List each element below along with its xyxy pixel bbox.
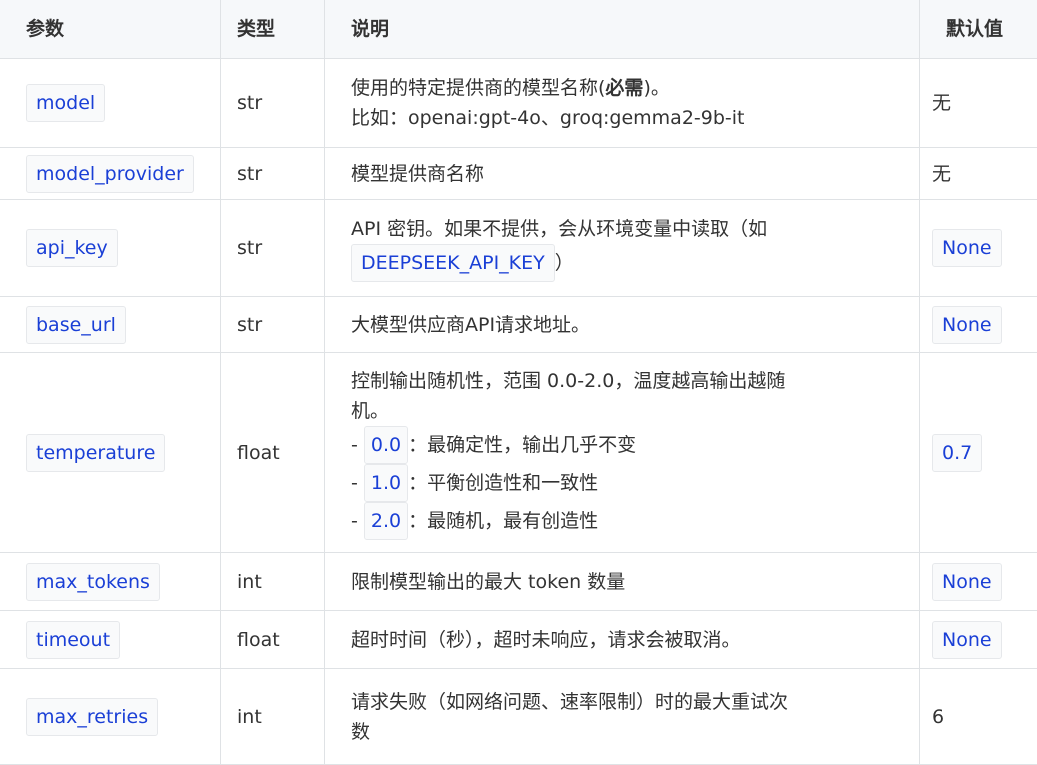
param-code: model_provider xyxy=(26,155,194,193)
type-cell: str xyxy=(221,200,325,297)
param-code: max_tokens xyxy=(26,563,160,601)
desc-cell: 控制输出随机性，范围 0.0-2.0，温度越高输出越随 机。 -0.0：最确定性… xyxy=(325,353,920,553)
desc-code: DEEPSEEK_API_KEY xyxy=(351,244,555,282)
desc-cell: 限制模型输出的最大 token 数量 xyxy=(325,553,920,611)
default-cell: 6 xyxy=(920,669,1037,765)
default-code: 0.7 xyxy=(932,434,982,472)
table-row: max_tokens int 限制模型输出的最大 token 数量 None xyxy=(0,553,1037,611)
list-item: -1.0：平衡创造性和一致性 xyxy=(351,464,899,502)
desc-cell: 超时时间（秒），超时未响应，请求会被取消。 xyxy=(325,611,920,669)
header-param: 参数 xyxy=(0,0,221,59)
table-row: timeout float 超时时间（秒），超时未响应，请求会被取消。 None xyxy=(0,611,1037,669)
param-code: max_retries xyxy=(26,698,158,736)
desc-cell: API 密钥。如果不提供，会从环境变量中读取（如 DEEPSEEK_API_KE… xyxy=(325,200,920,297)
param-code: temperature xyxy=(26,434,165,472)
header-type: 类型 xyxy=(221,0,325,59)
desc-cell: 模型提供商名称 xyxy=(325,148,920,200)
table-row: model str 使用的特定提供商的模型名称(必需)。 比如：openai:g… xyxy=(0,59,1037,148)
default-cell: 无 xyxy=(920,148,1037,200)
list-item: -2.0：最随机，最有创造性 xyxy=(351,502,899,540)
table-row: max_retries int 请求失败（如网络问题、速率限制）时的最大重试次 … xyxy=(0,669,1037,765)
default-code: None xyxy=(932,621,1002,659)
type-cell: str xyxy=(221,148,325,200)
table-row: temperature float 控制输出随机性，范围 0.0-2.0，温度越… xyxy=(0,353,1037,553)
desc-code: 1.0 xyxy=(364,464,408,502)
param-code: timeout xyxy=(26,621,120,659)
header-default: 默认值 xyxy=(920,0,1037,59)
desc-code: 0.0 xyxy=(364,426,408,464)
param-code: api_key xyxy=(26,229,118,267)
type-cell: str xyxy=(221,59,325,148)
param-code: base_url xyxy=(26,306,126,344)
desc-cell: 使用的特定提供商的模型名称(必需)。 比如：openai:gpt-4o、groq… xyxy=(325,59,920,148)
list-item: -0.0：最确定性，输出几乎不变 xyxy=(351,426,899,464)
params-table: 参数 类型 说明 默认值 model str 使用的特定提供商的模型名称(必需)… xyxy=(0,0,1037,765)
desc-code: 2.0 xyxy=(364,502,408,540)
default-cell: 无 xyxy=(920,59,1037,148)
type-cell: str xyxy=(221,297,325,353)
header-row: 参数 类型 说明 默认值 xyxy=(0,0,1037,59)
default-code: None xyxy=(932,563,1002,601)
param-code: model xyxy=(26,84,105,122)
type-cell: float xyxy=(221,611,325,669)
default-code: None xyxy=(932,229,1002,267)
type-cell: float xyxy=(221,353,325,553)
table-row: api_key str API 密钥。如果不提供，会从环境变量中读取（如 DEE… xyxy=(0,200,1037,297)
header-desc: 说明 xyxy=(325,0,920,59)
table-row: model_provider str 模型提供商名称 无 xyxy=(0,148,1037,200)
desc-cell: 大模型供应商API请求地址。 xyxy=(325,297,920,353)
type-cell: int xyxy=(221,553,325,611)
desc-cell: 请求失败（如网络问题、速率限制）时的最大重试次 数 xyxy=(325,669,920,765)
type-cell: int xyxy=(221,669,325,765)
default-code: None xyxy=(932,306,1002,344)
table-row: base_url str 大模型供应商API请求地址。 None xyxy=(0,297,1037,353)
